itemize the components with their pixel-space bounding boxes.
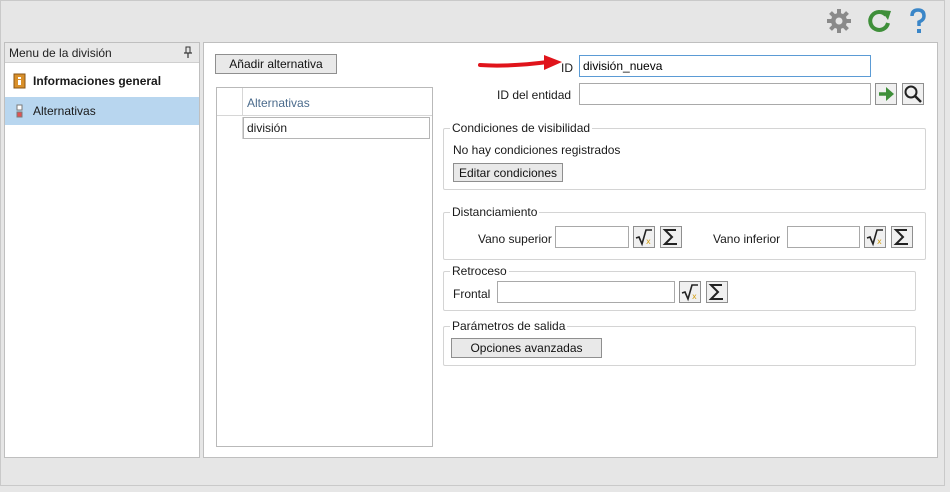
visibility-status: No hay condiciones registrados (453, 143, 621, 157)
lower-span-sum-button[interactable] (891, 226, 913, 248)
entity-id-label: ID del entidad (497, 88, 572, 102)
sidebar-item-label: Informaciones general (33, 74, 162, 88)
info-book-icon (13, 73, 27, 89)
sqrt-formula-icon: x (681, 284, 698, 302)
refresh-icon[interactable] (864, 6, 894, 36)
front-input[interactable] (497, 281, 675, 303)
upper-span-formula-button[interactable]: x (633, 226, 655, 248)
svg-text:x: x (646, 237, 651, 246)
gear-icon[interactable] (824, 6, 854, 36)
setback-title: Retroceso (450, 264, 509, 278)
front-label: Frontal (453, 287, 491, 301)
arrow-right-icon (879, 87, 894, 101)
advanced-options-button[interactable]: Opciones avanzadas (451, 338, 602, 358)
row-gutter (217, 117, 243, 139)
upper-span-sum-button[interactable] (660, 226, 682, 248)
sidebar-item-alternatives[interactable]: Alternativas (5, 97, 199, 125)
front-sum-button[interactable] (706, 281, 728, 303)
sigma-icon (662, 229, 677, 245)
division-menu-panel: Menu de la división Informaciones genera… (4, 42, 200, 458)
division-menu-title: Menu de la división (9, 46, 112, 60)
search-button[interactable] (902, 83, 924, 105)
front-formula-button[interactable]: x (679, 281, 701, 303)
sidebar-item-general-info[interactable]: Informaciones general (5, 67, 199, 95)
edit-conditions-button[interactable]: Editar condiciones (453, 163, 563, 182)
spacing-title: Distanciamiento (450, 205, 540, 219)
sqrt-formula-icon: x (866, 229, 883, 247)
entity-id-input[interactable] (579, 83, 871, 105)
sqrt-formula-icon: x (635, 229, 652, 247)
lower-span-input[interactable] (787, 226, 860, 248)
sigma-icon (708, 284, 723, 300)
annotation-arrow-icon (478, 55, 562, 70)
division-menu-header: Menu de la división (5, 43, 199, 63)
upper-span-input[interactable] (555, 226, 629, 248)
alternatives-grid: Alternativas división (216, 87, 433, 447)
svg-text:x: x (877, 237, 882, 246)
help-icon[interactable] (903, 6, 933, 36)
visibility-conditions-title: Condiciones de visibilidad (450, 121, 593, 135)
grid-header-gutter (217, 88, 243, 116)
main-panel: Añadir alternativa Alternativas división… (203, 42, 938, 458)
alternatives-icon (13, 103, 27, 119)
alternatives-grid-header: Alternativas (217, 88, 432, 116)
alternative-cell[interactable]: división (243, 117, 430, 139)
visibility-conditions-group: Condiciones de visibilidad No hay condic… (443, 121, 926, 190)
add-alternative-button[interactable]: Añadir alternativa (215, 54, 337, 74)
output-parameters-title: Parámetros de salida (450, 319, 568, 333)
alternatives-column-header: Alternativas (247, 96, 310, 110)
lower-span-formula-button[interactable]: x (864, 226, 886, 248)
lower-span-label: Vano inferior (713, 232, 781, 246)
sigma-icon (893, 229, 908, 245)
id-label: ID (561, 61, 573, 75)
search-icon (904, 85, 922, 103)
output-parameters-group: Parámetros de salida Opciones avanzadas (443, 319, 916, 366)
spacing-group: Distanciamiento Vano superior x Vano inf… (443, 205, 926, 260)
table-row[interactable]: división (217, 117, 432, 139)
upper-span-label: Vano superior (478, 232, 552, 246)
pin-icon[interactable] (183, 46, 193, 59)
setback-group: Retroceso Frontal x (443, 264, 916, 311)
go-arrow-button[interactable] (875, 83, 897, 105)
id-input[interactable] (579, 55, 871, 77)
svg-text:x: x (692, 292, 697, 301)
sidebar-item-label: Alternativas (33, 104, 96, 118)
